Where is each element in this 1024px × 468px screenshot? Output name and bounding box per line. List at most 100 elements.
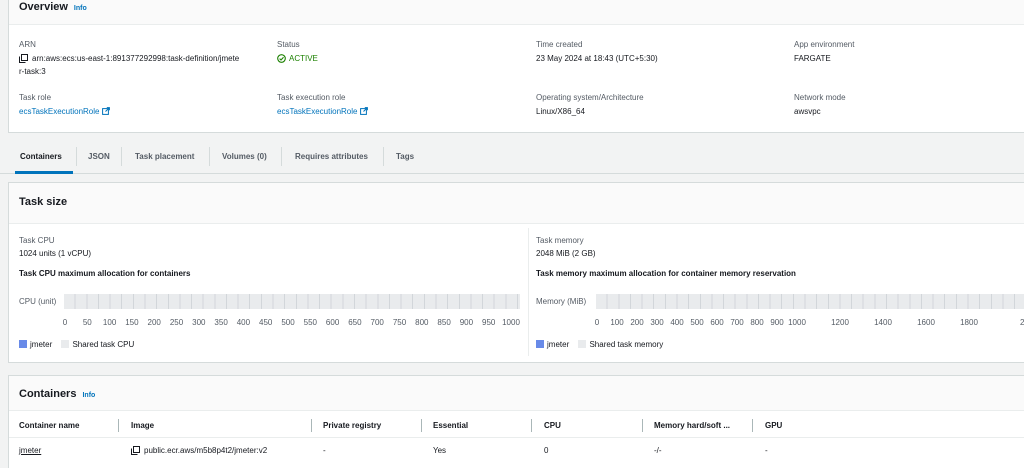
cpu-axis-tick: 250 (169, 318, 184, 327)
legend-shared-cpu-label: Shared task CPU (72, 340, 135, 349)
containers-header (9, 376, 1024, 411)
task-cpu-label: Task CPU (19, 236, 55, 245)
overview-info-link[interactable]: Info (74, 5, 87, 12)
container-name-link[interactable]: jmeter (19, 446, 41, 455)
cpu-axis-tick: 150 (125, 318, 139, 327)
column-divider (752, 419, 753, 432)
cpu-axis-tick: 350 (214, 318, 228, 327)
memory-axis-tick: 300 (650, 318, 664, 327)
tab-divider (76, 147, 77, 166)
task-memory-label: Task memory (536, 236, 584, 245)
cpu-allocation-bar (64, 294, 520, 309)
cpu-allocation-title: Task CPU maximum allocation for containe… (19, 269, 191, 278)
column-header-image[interactable]: Image (131, 421, 154, 430)
cpu-axis-tick: 650 (348, 318, 362, 327)
column-header-essential[interactable]: Essential (433, 421, 468, 430)
cpu-axis-tick: 1000 (502, 318, 520, 327)
memory-axis-tick: 1800 (960, 318, 978, 327)
network-mode-label: Network mode (794, 93, 846, 102)
cpu-axis-tick: 0 (62, 318, 68, 327)
check-circle-icon (277, 54, 286, 63)
column-header-memory[interactable]: Memory hard/soft ... (654, 421, 730, 430)
task-size-title: Task size (19, 196, 68, 208)
memory-axis-label: Memory (MiB) (536, 297, 587, 306)
task-execution-role-value: ecsTaskExecutionRole (277, 105, 369, 118)
tab-json[interactable]: JSON (88, 152, 110, 161)
os-architecture-value: Linux/X86_64 (536, 107, 585, 116)
cpu-axis-tick: 450 (259, 318, 273, 327)
tab-requires-attributes[interactable]: Requires attributes (295, 152, 368, 161)
tab-divider (121, 147, 122, 166)
overview-title-text: Overview (19, 1, 68, 13)
cpu-axis-tick: 400 (236, 318, 251, 327)
memory-axis-tick: 700 (730, 318, 744, 327)
tab-divider (281, 147, 282, 166)
cpu-axis-tick: 600 (325, 318, 340, 327)
tab-task-placement[interactable]: Task placement (135, 152, 194, 161)
container-memory: -/- (654, 446, 662, 455)
memory-axis-tick: 20 (1020, 318, 1024, 327)
task-role-label: Task role (19, 93, 52, 102)
memory-axis-tick: 400 (670, 318, 684, 327)
cpu-axis-tick: 950 (482, 318, 496, 327)
tab-divider (383, 147, 384, 166)
memory-legend: jmeter Shared task memory (536, 340, 663, 349)
column-header-container-name[interactable]: Container name (19, 421, 79, 430)
table-header-divider (9, 437, 1024, 438)
container-private-registry: - (323, 446, 326, 455)
app-environment-label: App environment (794, 40, 855, 49)
status-label: Status (277, 40, 300, 49)
tab-volumes[interactable]: Volumes (0) (222, 152, 267, 161)
status-text: ACTIVE (289, 54, 318, 63)
network-mode-value: awsvpc (794, 107, 821, 116)
column-divider (118, 419, 119, 432)
tab-containers[interactable]: Containers (20, 152, 62, 161)
memory-axis-tick: 1000 (788, 318, 806, 327)
column-header-private-registry[interactable]: Private registry (323, 421, 381, 430)
memory-allocation-bar (596, 294, 1024, 309)
cpu-axis-tick: 700 (370, 318, 384, 327)
task-role-value: ecsTaskExecutionRole (19, 105, 111, 118)
copy-icon[interactable] (19, 54, 28, 63)
overview-title: Overview Info (19, 1, 87, 13)
time-created-value: 23 May 2024 at 18:43 (UTC+5:30) (536, 54, 658, 63)
task-execution-role-label: Task execution role (277, 93, 346, 102)
external-link-icon[interactable] (360, 106, 369, 115)
column-divider (642, 419, 643, 432)
cpu-axis-tick: 300 (192, 318, 206, 327)
cpu-axis-tick: 850 (437, 318, 451, 327)
column-divider (531, 419, 532, 432)
overview-header (9, 0, 1024, 25)
cpu-axis-tick: 100 (102, 318, 117, 327)
containers-title-text: Containers (19, 388, 77, 400)
task-size-divider (528, 228, 529, 356)
container-image-text: public.ecr.aws/m5b8p4t2/jmeter:v2 (144, 446, 268, 455)
app-environment-value: FARGATE (794, 54, 831, 63)
containers-info-link[interactable]: Info (82, 392, 95, 399)
memory-axis-tick: 1200 (831, 318, 849, 327)
arn-value-line1: arn:aws:ecs:us-east-1:891377292998:task-… (32, 54, 240, 63)
cpu-axis-tick: 900 (459, 318, 474, 327)
tab-tags[interactable]: Tags (396, 152, 414, 161)
arn-value-line2: r-task:3 (19, 67, 46, 76)
copy-icon[interactable] (131, 446, 140, 455)
legend-container-label: jmeter (547, 340, 570, 349)
memory-axis-tick: 100 (610, 318, 624, 327)
task-role-link[interactable]: ecsTaskExecutionRole (19, 107, 99, 116)
memory-axis-tick: 200 (630, 318, 644, 327)
tab-active-indicator (15, 171, 73, 174)
column-header-gpu[interactable]: GPU (765, 421, 782, 430)
column-header-cpu[interactable]: CPU (544, 421, 561, 430)
arn-label: ARN (19, 40, 36, 49)
cpu-axis-tick: 50 (82, 318, 92, 327)
legend-container-label: jmeter (30, 340, 53, 349)
task-execution-role-link[interactable]: ecsTaskExecutionRole (277, 107, 357, 116)
time-created-label: Time created (536, 40, 583, 49)
memory-axis-tick: 500 (690, 318, 704, 327)
container-cpu: 0 (544, 446, 549, 455)
container-image: public.ecr.aws/m5b8p4t2/jmeter:v2 (131, 446, 267, 455)
external-link-icon[interactable] (102, 106, 111, 115)
column-divider (421, 419, 422, 432)
task-cpu-value: 1024 units (1 vCPU) (19, 249, 92, 258)
cpu-axis-tick: 800 (415, 318, 429, 327)
